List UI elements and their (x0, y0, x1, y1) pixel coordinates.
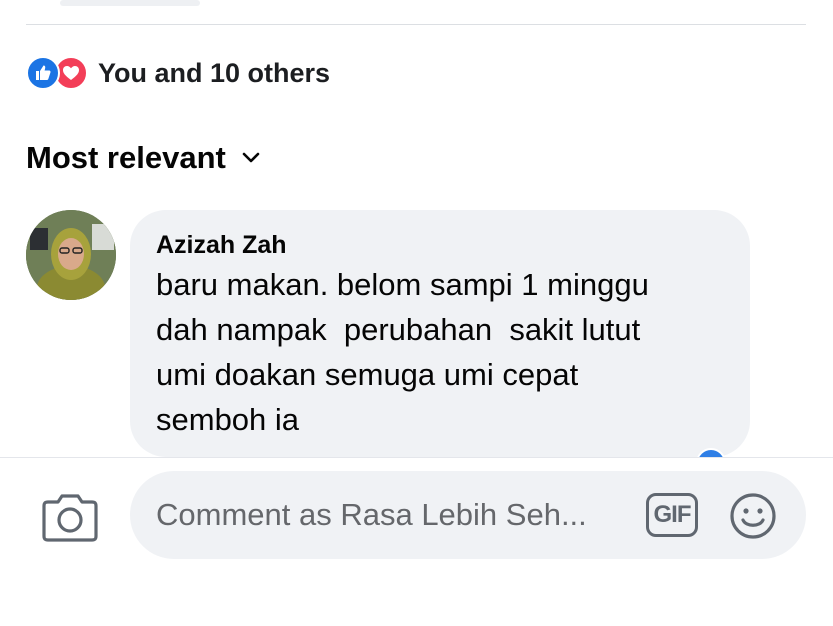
comment-sort-dropdown[interactable]: Most relevant (26, 140, 260, 176)
comment-input-container[interactable] (130, 471, 806, 559)
previous-content-fragment (60, 0, 200, 6)
reactions-count-text: You and 10 others (98, 57, 331, 88)
comment-text-line: semboh ia (156, 402, 300, 437)
comment-text-line: umi doakan semuga umi cepat (156, 357, 579, 392)
sort-label: Most relevant (26, 140, 226, 175)
avatar[interactable] (26, 210, 116, 300)
smiley-icon[interactable] (728, 491, 778, 541)
reactions-summary[interactable]: You and 10 others (26, 55, 330, 91)
divider (26, 24, 806, 25)
comment-bubble: Azizah Zah baru makan. belom sampi 1 min… (130, 210, 750, 457)
camera-icon[interactable] (40, 490, 100, 544)
comment-author[interactable]: Azizah Zah (156, 228, 724, 262)
comment-text-line: baru makan. belom sampi 1 minggu (156, 267, 649, 302)
gif-button[interactable]: GIF (646, 493, 698, 537)
like-icon (26, 56, 60, 90)
comment-input[interactable] (156, 497, 626, 533)
chevron-down-icon (242, 152, 260, 164)
comment-text-line: dah nampak perubahan sakit lutut (156, 312, 641, 347)
